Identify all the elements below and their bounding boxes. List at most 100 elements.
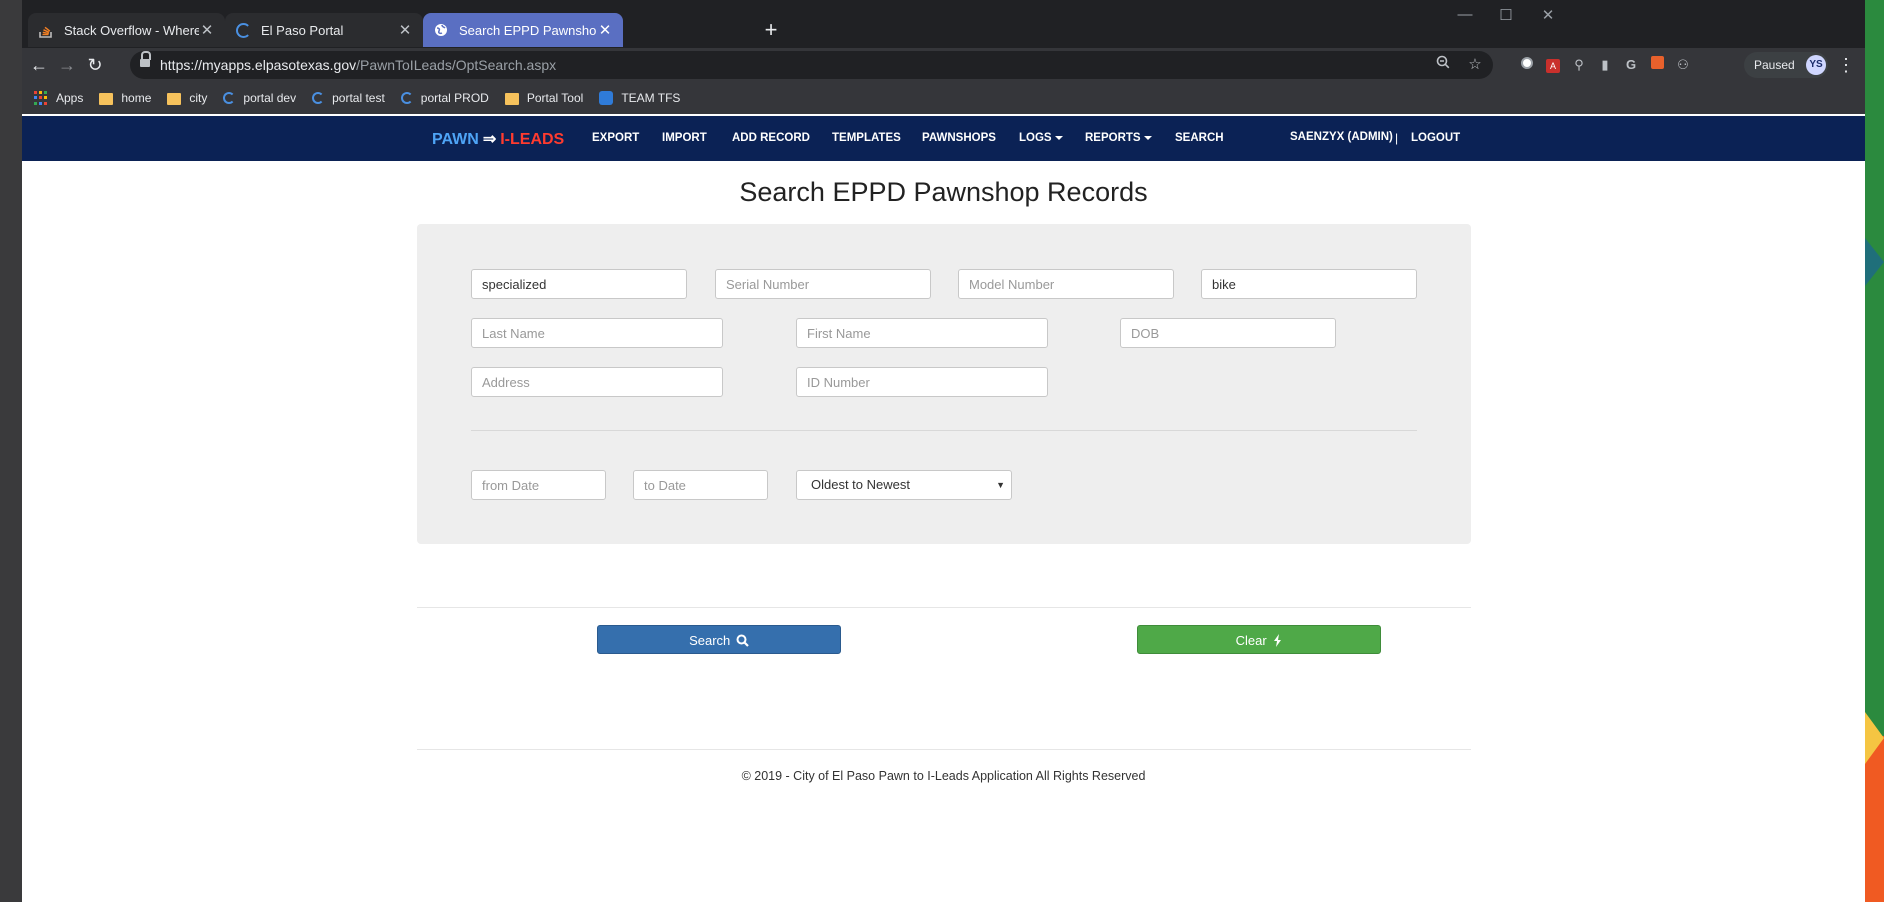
bookmark-label: Portal Tool [526,91,584,105]
serial-number-field[interactable] [715,269,931,299]
extension-circle-icon[interactable] [1517,55,1537,75]
new-tab-button[interactable]: + [758,17,784,43]
from-date-field[interactable] [471,470,606,500]
edge-e-icon [400,92,413,104]
search-icon [736,634,749,647]
close-window-icon[interactable]: ✕ [1530,6,1566,26]
bookmark-portal-test[interactable]: portal test [312,91,385,105]
tab-close-icon[interactable]: ✕ [397,21,413,39]
desktop-right-edge [1865,0,1884,902]
page-title: Search EPPD Pawnshop Records [739,177,1148,207]
desktop-left-edge [0,0,22,902]
sort-order-select[interactable]: Oldest to Newest ▼ [796,470,1012,500]
globe-icon [433,22,449,38]
id-number-field[interactable] [796,367,1048,397]
tab-close-icon[interactable]: ✕ [597,21,613,39]
back-arrow-icon[interactable]: ← [26,52,52,78]
search-form-panel: Oldest to Newest ▼ [417,224,1471,544]
last-name-field[interactable] [471,318,723,348]
nav-reports-dropdown[interactable]: REPORTS [1085,132,1152,144]
avatar: YS [1806,55,1826,75]
model-number-field[interactable] [958,269,1174,299]
edge-e-icon [235,22,251,38]
nav-import[interactable]: IMPORT [662,132,707,144]
brand-arrow-icon: ⇒ [482,131,497,148]
sort-order-value: Oldest to Newest [811,477,910,492]
form-divider [471,430,1417,431]
bookmark-apps[interactable]: Apps [34,91,83,105]
nav-logs-label: LOGS [1019,132,1052,144]
tab-close-icon[interactable]: ✕ [199,21,215,39]
maximize-window-icon[interactable]: ☐ [1488,6,1524,26]
footer-copyright: © 2019 - City of El Paso Pawn to I-Leads… [741,769,1146,783]
extension-glasses-icon[interactable]: ⚇ [1673,55,1693,75]
forward-arrow-icon[interactable]: → [54,52,80,78]
minimize-window-icon[interactable]: — [1447,6,1483,26]
dob-field[interactable] [1120,318,1336,348]
edge-e-icon [312,92,325,104]
site-navbar: PAWN ⇒ I-LEADS EXPORT IMPORT ADD RECORD TE… [22,116,1865,161]
tab-label: Search EPPD Pawnshop Records [459,22,597,38]
desktop-decor-shape [1865,238,1884,286]
extension-pin-icon[interactable]: ⚲ [1569,55,1589,75]
browser-window: Stack Overflow - Where Developers ✕ El P… [22,0,1865,902]
nav-add-record[interactable]: ADD RECORD [732,132,810,144]
zoom-magnifier-icon[interactable] [1433,55,1453,75]
lightning-bolt-icon [1274,634,1282,647]
nav-logout[interactable]: LOGOUT [1411,132,1460,144]
to-date-field[interactable] [633,470,768,500]
bookmark-portal-prod[interactable]: portal PROD [400,91,489,105]
bookmark-portal-tool[interactable]: Portal Tool [504,91,584,105]
bookmark-label: portal dev [243,91,297,105]
bookmark-label: portal PROD [420,91,489,105]
url-path: /PawnToILeads/OptSearch.aspx [356,57,557,73]
extension-bottle-icon[interactable]: ▮ [1595,55,1615,75]
address-bar[interactable]: https://myapps.elpasotexas.gov/PawnToILe… [130,51,1493,79]
profile-button[interactable]: Paused YS [1744,52,1828,78]
lock-icon [140,51,151,67]
browser-menu-icon[interactable]: ⋮ [1836,53,1856,77]
bookmark-team-tfs[interactable]: TEAM TFS [599,91,680,105]
acrobat-extension-icon[interactable]: A [1543,55,1563,75]
nav-reports-label: REPORTS [1085,132,1141,144]
nav-separator: | [1395,131,1399,145]
bookmark-portal-dev[interactable]: portal dev [223,91,296,105]
nav-user[interactable]: SAENZYX (ADMIN) [1290,131,1393,143]
first-name-field[interactable] [796,318,1048,348]
nav-search[interactable]: SEARCH [1175,132,1224,144]
site-brand[interactable]: PAWN ⇒ I-LEADS [432,129,564,149]
apps-grid-icon [34,91,48,105]
reload-icon[interactable]: ↻ [82,52,108,78]
bookmark-home[interactable]: home [99,91,151,105]
search-button[interactable]: Search [597,625,841,654]
brand-pawn: PAWN [432,131,479,148]
tab-search-eppd[interactable]: Search EPPD Pawnshop Records ✕ [423,13,623,47]
tfs-icon [599,91,614,105]
desktop-decor-shape [1865,712,1884,764]
search-button-label: Search [689,633,731,648]
nav-pawnshops[interactable]: PAWNSHOPS [922,132,996,144]
folder-icon [99,93,114,105]
footer-divider [417,749,1471,750]
bookmark-city[interactable]: city [167,91,207,105]
make-field[interactable] [471,269,687,299]
tab-stackoverflow[interactable]: Stack Overflow - Where Developers ✕ [28,13,225,47]
nav-export[interactable]: EXPORT [592,132,639,144]
bookmark-label: TEAM TFS [621,91,681,105]
folder-icon [167,93,182,105]
nav-templates[interactable]: TEMPLATES [832,132,901,144]
nav-logs-dropdown[interactable]: LOGS [1019,132,1063,144]
bookmark-label: portal test [332,91,385,105]
url-domain: https://myapps.elpasotexas.gov [160,57,357,73]
tab-label: El Paso Portal [261,22,344,38]
google-extension-icon[interactable]: G [1621,55,1641,75]
section-divider [417,607,1471,608]
clear-button[interactable]: Clear [1137,625,1381,654]
item-description-field[interactable] [1201,269,1417,299]
caret-down-icon [1054,135,1063,140]
url-text[interactable]: https://myapps.elpasotexas.gov/PawnToILe… [160,57,556,73]
tab-el-paso-portal[interactable]: El Paso Portal ✕ [225,13,423,47]
office-extension-icon[interactable] [1647,55,1667,75]
address-field[interactable] [471,367,723,397]
bookmark-star-icon[interactable]: ☆ [1465,55,1485,75]
